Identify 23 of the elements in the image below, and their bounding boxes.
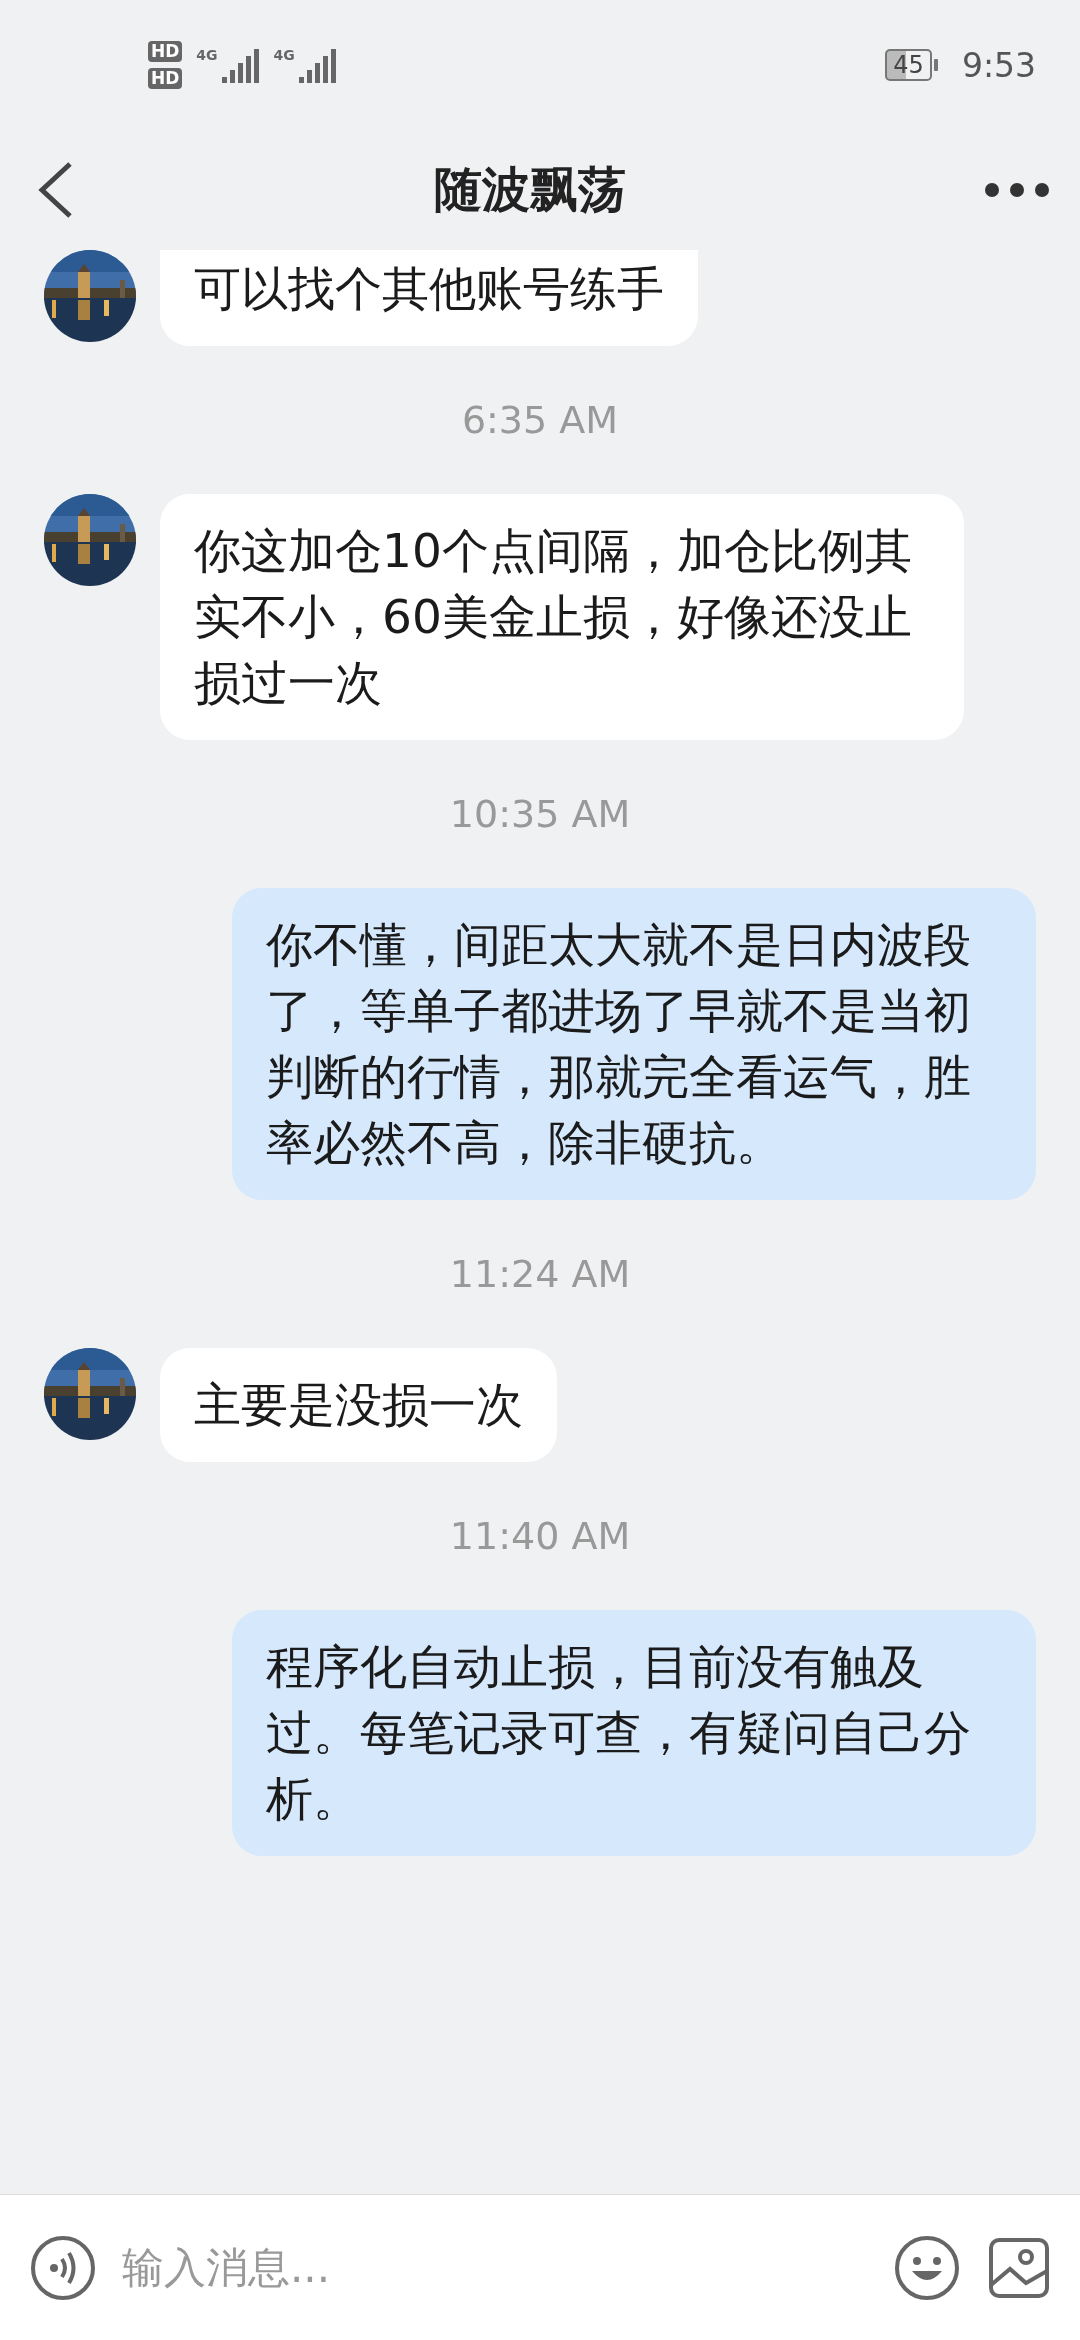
signal-icon: [221, 47, 260, 83]
timestamp: 11:24 AM: [449, 1252, 631, 1296]
signal-icon: [298, 47, 337, 83]
network-label: 4G: [273, 47, 295, 63]
message-bubble: 你不懂，间距太大就不是日内波段了，等单子都进场了早就不是当初判断的行情，那就完全看运气，胜率必然不高，除非硬抗。: [232, 888, 1036, 1200]
message-bubble: 可以找个其他账号练手: [160, 250, 698, 346]
input-bar[interactable]: 输入消息...: [0, 2194, 1080, 2340]
more-icon[interactable]: [984, 182, 1050, 198]
timestamp: 10:35 AM: [449, 792, 631, 836]
message-bubble: 主要是没损一次: [160, 1348, 557, 1462]
timestamp: 6:35 AM: [461, 398, 619, 442]
voice-icon[interactable]: [30, 2234, 96, 2301]
message-bubble: 程序化自动止损，目前没有触及过。每笔记录可查，有疑问自己分析。: [232, 1610, 1036, 1856]
clock: 9:53: [961, 45, 1036, 85]
timestamp: 11:40 AM: [449, 1514, 631, 1558]
battery-level: 45: [885, 49, 932, 81]
message-input[interactable]: 输入消息...: [122, 2237, 868, 2298]
network-label: 4G: [196, 47, 218, 63]
message-bubble: 你这加仓10个点间隔，加仓比例其实不小，60美金止损，好像还没止损过一次: [160, 494, 964, 740]
chat-title: 随波飘荡: [433, 160, 627, 219]
emoji-icon[interactable]: [894, 2234, 960, 2301]
sim-label: HD: [148, 68, 183, 89]
sim-label: HD: [148, 41, 183, 62]
